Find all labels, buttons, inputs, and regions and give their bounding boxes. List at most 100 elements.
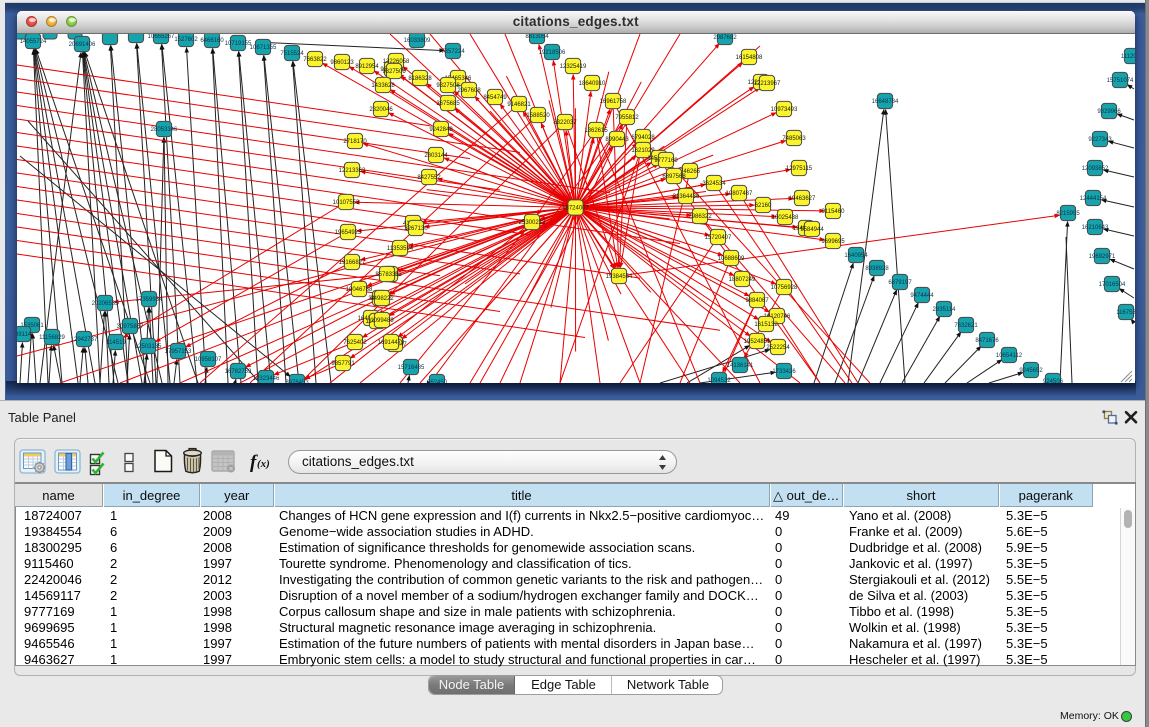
svg-text:9699695: 9699695 (821, 239, 845, 245)
svg-text:7986322: 7986322 (688, 214, 712, 220)
svg-text:7663822: 7663822 (303, 57, 327, 63)
svg-text:2320046: 2320046 (369, 107, 393, 113)
svg-text:16648784: 16648784 (872, 99, 899, 105)
svg-text:11156829: 11156829 (39, 335, 65, 341)
svg-text:3267130: 3267130 (404, 226, 428, 232)
svg-text:8912954: 8912954 (355, 64, 379, 70)
svg-text:2522254: 2522254 (766, 345, 790, 351)
svg-text:15716485: 15716485 (398, 365, 425, 371)
svg-text:16154808: 16154808 (736, 55, 763, 61)
svg-text:1362615: 1362615 (584, 128, 608, 134)
svg-text:18807249: 18807249 (729, 277, 756, 283)
svg-text:18724007: 18724007 (562, 206, 589, 212)
svg-text:6879197: 6879197 (888, 280, 912, 286)
svg-text:9245652: 9245652 (1019, 368, 1043, 374)
svg-text:17957253: 17957253 (165, 349, 192, 355)
svg-text:12213363: 12213363 (339, 168, 366, 174)
svg-text:16914479: 16914479 (378, 340, 405, 346)
svg-text:3675685: 3675685 (436, 101, 460, 107)
svg-text:8322037: 8322037 (553, 120, 577, 126)
svg-text:9242848: 9242848 (429, 127, 453, 133)
svg-text:17359934: 17359934 (136, 297, 163, 303)
svg-text:8186328: 8186328 (408, 76, 432, 82)
svg-text:20206535: 20206535 (92, 301, 119, 307)
svg-text:18640910: 18640910 (579, 81, 606, 87)
svg-text:10655267: 10655267 (148, 34, 175, 40)
svg-text:8454749: 8454749 (483, 95, 507, 101)
svg-text:20691406: 20691406 (69, 42, 96, 48)
svg-text:21364436: 21364436 (673, 194, 700, 200)
svg-text:8813054: 8813054 (525, 34, 549, 40)
svg-text:3498222: 3498222 (370, 296, 394, 302)
svg-text:3624534: 3624534 (702, 181, 726, 187)
svg-text:15720407: 15720407 (705, 235, 732, 241)
svg-text:6794028: 6794028 (631, 135, 655, 141)
svg-text:2718170: 2718170 (343, 139, 367, 145)
svg-text:12444154: 12444154 (1080, 196, 1107, 202)
svg-text:19692971: 19692971 (1089, 254, 1116, 260)
svg-text:12503135: 12503135 (135, 344, 162, 350)
svg-text:12093852: 12093852 (1082, 166, 1109, 172)
svg-text:116753: 116753 (1116, 310, 1134, 316)
svg-text:7357224: 7357224 (441, 49, 465, 55)
svg-text:1588520: 1588520 (526, 113, 550, 119)
svg-text:62160: 62160 (755, 203, 772, 209)
svg-text:2967608: 2967608 (457, 88, 481, 94)
svg-text:9115460: 9115460 (822, 209, 846, 215)
svg-text:8976453: 8976453 (285, 380, 309, 383)
svg-text:14055724: 14055724 (20, 39, 47, 45)
svg-text:10719155: 10719155 (225, 41, 252, 47)
svg-text:19463627: 19463627 (789, 196, 816, 202)
svg-text:12323446: 12323446 (253, 376, 280, 382)
svg-text:12942737: 12942737 (71, 337, 98, 343)
svg-text:7515524: 7515524 (280, 51, 304, 57)
svg-text:16782759: 16782759 (225, 369, 252, 375)
svg-text:10688609: 10688609 (718, 256, 745, 262)
svg-text:16210643: 16210643 (1082, 225, 1109, 231)
svg-text:17016504: 17016504 (1099, 282, 1126, 288)
svg-text:7632621: 7632621 (954, 323, 978, 329)
svg-text:9329966: 9329966 (1097, 109, 1121, 115)
svg-text:1733426: 1733426 (772, 369, 796, 375)
svg-text:12975115: 12975115 (786, 166, 813, 172)
svg-text:8938928: 8938928 (865, 266, 889, 272)
svg-text:7955812: 7955812 (615, 115, 639, 121)
svg-text:25300213: 25300213 (519, 220, 546, 226)
svg-text:7625402: 7625402 (343, 340, 367, 346)
svg-text:19218506: 19218506 (539, 50, 566, 56)
svg-text:114519: 114519 (106, 340, 126, 346)
svg-text:9884067: 9884067 (745, 298, 769, 304)
svg-text:19384554: 19384554 (606, 274, 633, 280)
svg-text:1433628: 1433628 (371, 83, 395, 89)
svg-text:8990443: 8990443 (605, 137, 629, 143)
svg-text:(x): (x) (257, 458, 270, 470)
svg-text:19166827: 19166827 (339, 260, 366, 266)
svg-text:2935114: 2935114 (933, 307, 957, 313)
svg-text:9146821: 9146821 (507, 102, 531, 108)
svg-text:10807487: 10807487 (726, 191, 753, 197)
svg-text:10958107: 10958107 (195, 357, 222, 363)
svg-text:11353594: 11353594 (387, 246, 414, 252)
svg-text:9860123: 9860123 (330, 60, 354, 66)
svg-text:9777169: 9777169 (654, 158, 678, 164)
svg-text:6897568: 6897568 (662, 174, 686, 180)
svg-text:9857791: 9857791 (331, 361, 355, 367)
svg-text:15751074: 15751074 (1107, 78, 1134, 84)
svg-text:9227343: 9227343 (1088, 137, 1112, 143)
svg-text:9327506: 9327506 (382, 69, 406, 75)
svg-text:9584944: 9584944 (800, 227, 824, 233)
svg-text:30975867: 30975867 (117, 324, 144, 330)
svg-text:10973493: 10973493 (771, 107, 798, 113)
svg-text:16033809: 16033809 (404, 38, 431, 44)
svg-text:1615132: 1615132 (754, 322, 778, 328)
svg-text:1527602: 1527602 (174, 37, 198, 43)
svg-text:6466160: 6466160 (200, 38, 224, 44)
svg-text:10756928: 10756928 (771, 285, 798, 291)
svg-text:1099489: 1099489 (370, 318, 394, 324)
svg-text:1094532: 1094532 (707, 378, 731, 383)
svg-text:9474444: 9474444 (910, 293, 934, 299)
svg-text:8427552: 8427552 (417, 175, 441, 181)
svg-text:39114: 39114 (17, 332, 32, 338)
svg-text:924506: 924506 (1043, 379, 1064, 383)
svg-text:10654112: 10654112 (996, 353, 1023, 359)
